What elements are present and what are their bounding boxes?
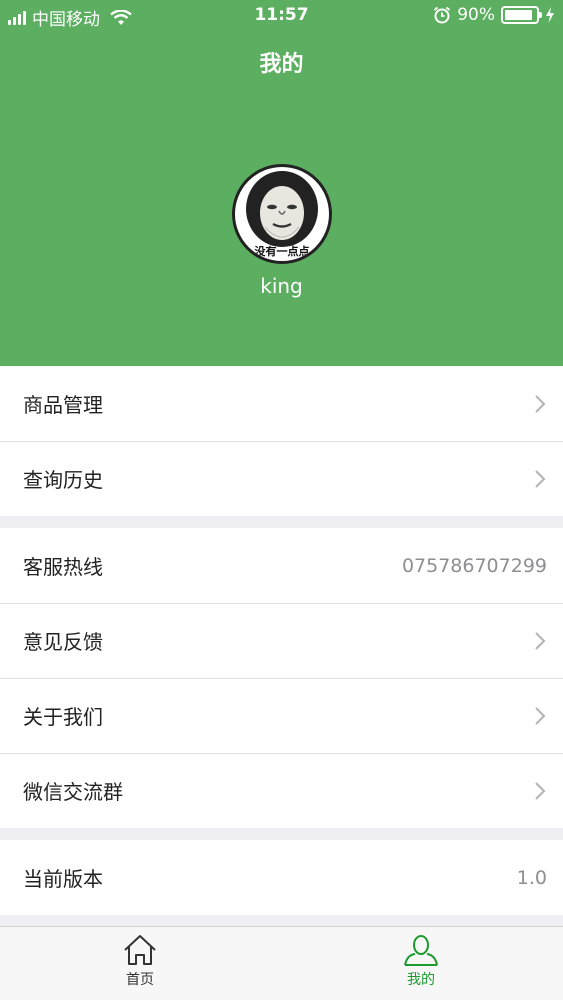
home-icon (124, 935, 156, 965)
chevron-right-icon (535, 781, 546, 800)
chevron-right-icon (535, 631, 546, 650)
version-number: 1.0 (516, 866, 547, 889)
menu-group-2: 客服热线 075786707299 意见反馈 关于我们 微信交流群 (0, 528, 563, 828)
menu-group-3: 当前版本 1.0 (0, 840, 563, 915)
hotline-number: 075786707299 (401, 554, 547, 577)
avatar-caption: 没有一点点 (254, 245, 310, 258)
chevron-right-icon (535, 394, 546, 413)
menu-item-label: 商品管理 (23, 393, 103, 417)
menu-group-1: 商品管理 查询历史 (0, 366, 563, 516)
tab-mine[interactable]: 我的 (381, 933, 461, 989)
menu-item-feedback[interactable]: 意见反馈 (0, 603, 563, 678)
menu-item-label: 微信交流群 (23, 780, 123, 804)
menu-item-hotline[interactable]: 客服热线 075786707299 (0, 528, 563, 603)
user-icon (404, 935, 438, 966)
avatar[interactable]: 没有一点点 (232, 164, 332, 264)
menu-item-query-history[interactable]: 查询历史 (0, 441, 563, 516)
menu-item-label: 意见反馈 (23, 630, 103, 654)
status-bar: 中国移动 11:57 90% (0, 0, 563, 34)
tab-bar: 首页 我的 (0, 926, 563, 1000)
tab-home[interactable]: 首页 (100, 933, 180, 989)
chevron-right-icon (535, 469, 546, 488)
menu-item-wechat-group[interactable]: 微信交流群 (0, 753, 563, 828)
menu-item-label: 关于我们 (23, 705, 103, 729)
menu-item-label: 查询历史 (23, 468, 103, 492)
menu-item-goods-management[interactable]: 商品管理 (0, 366, 563, 441)
battery-percent: 90% (457, 5, 495, 25)
tab-mine-label: 我的 (407, 972, 435, 988)
username: king (260, 274, 303, 298)
menu-item-about-us[interactable]: 关于我们 (0, 678, 563, 753)
tab-home-label: 首页 (126, 972, 154, 988)
page-title: 我的 (259, 52, 304, 77)
status-right: 90% (433, 5, 555, 25)
menu-item-version: 当前版本 1.0 (0, 840, 563, 915)
battery-icon (501, 6, 542, 24)
menu-item-label: 客服热线 (23, 555, 103, 579)
chevron-right-icon (535, 706, 546, 725)
alarm-icon (434, 6, 451, 24)
profile-header: 中国移动 11:57 90% 我的 没有一点点 king (0, 0, 563, 366)
menu-item-label: 当前版本 (23, 867, 103, 891)
charging-bolt-icon (546, 7, 554, 23)
